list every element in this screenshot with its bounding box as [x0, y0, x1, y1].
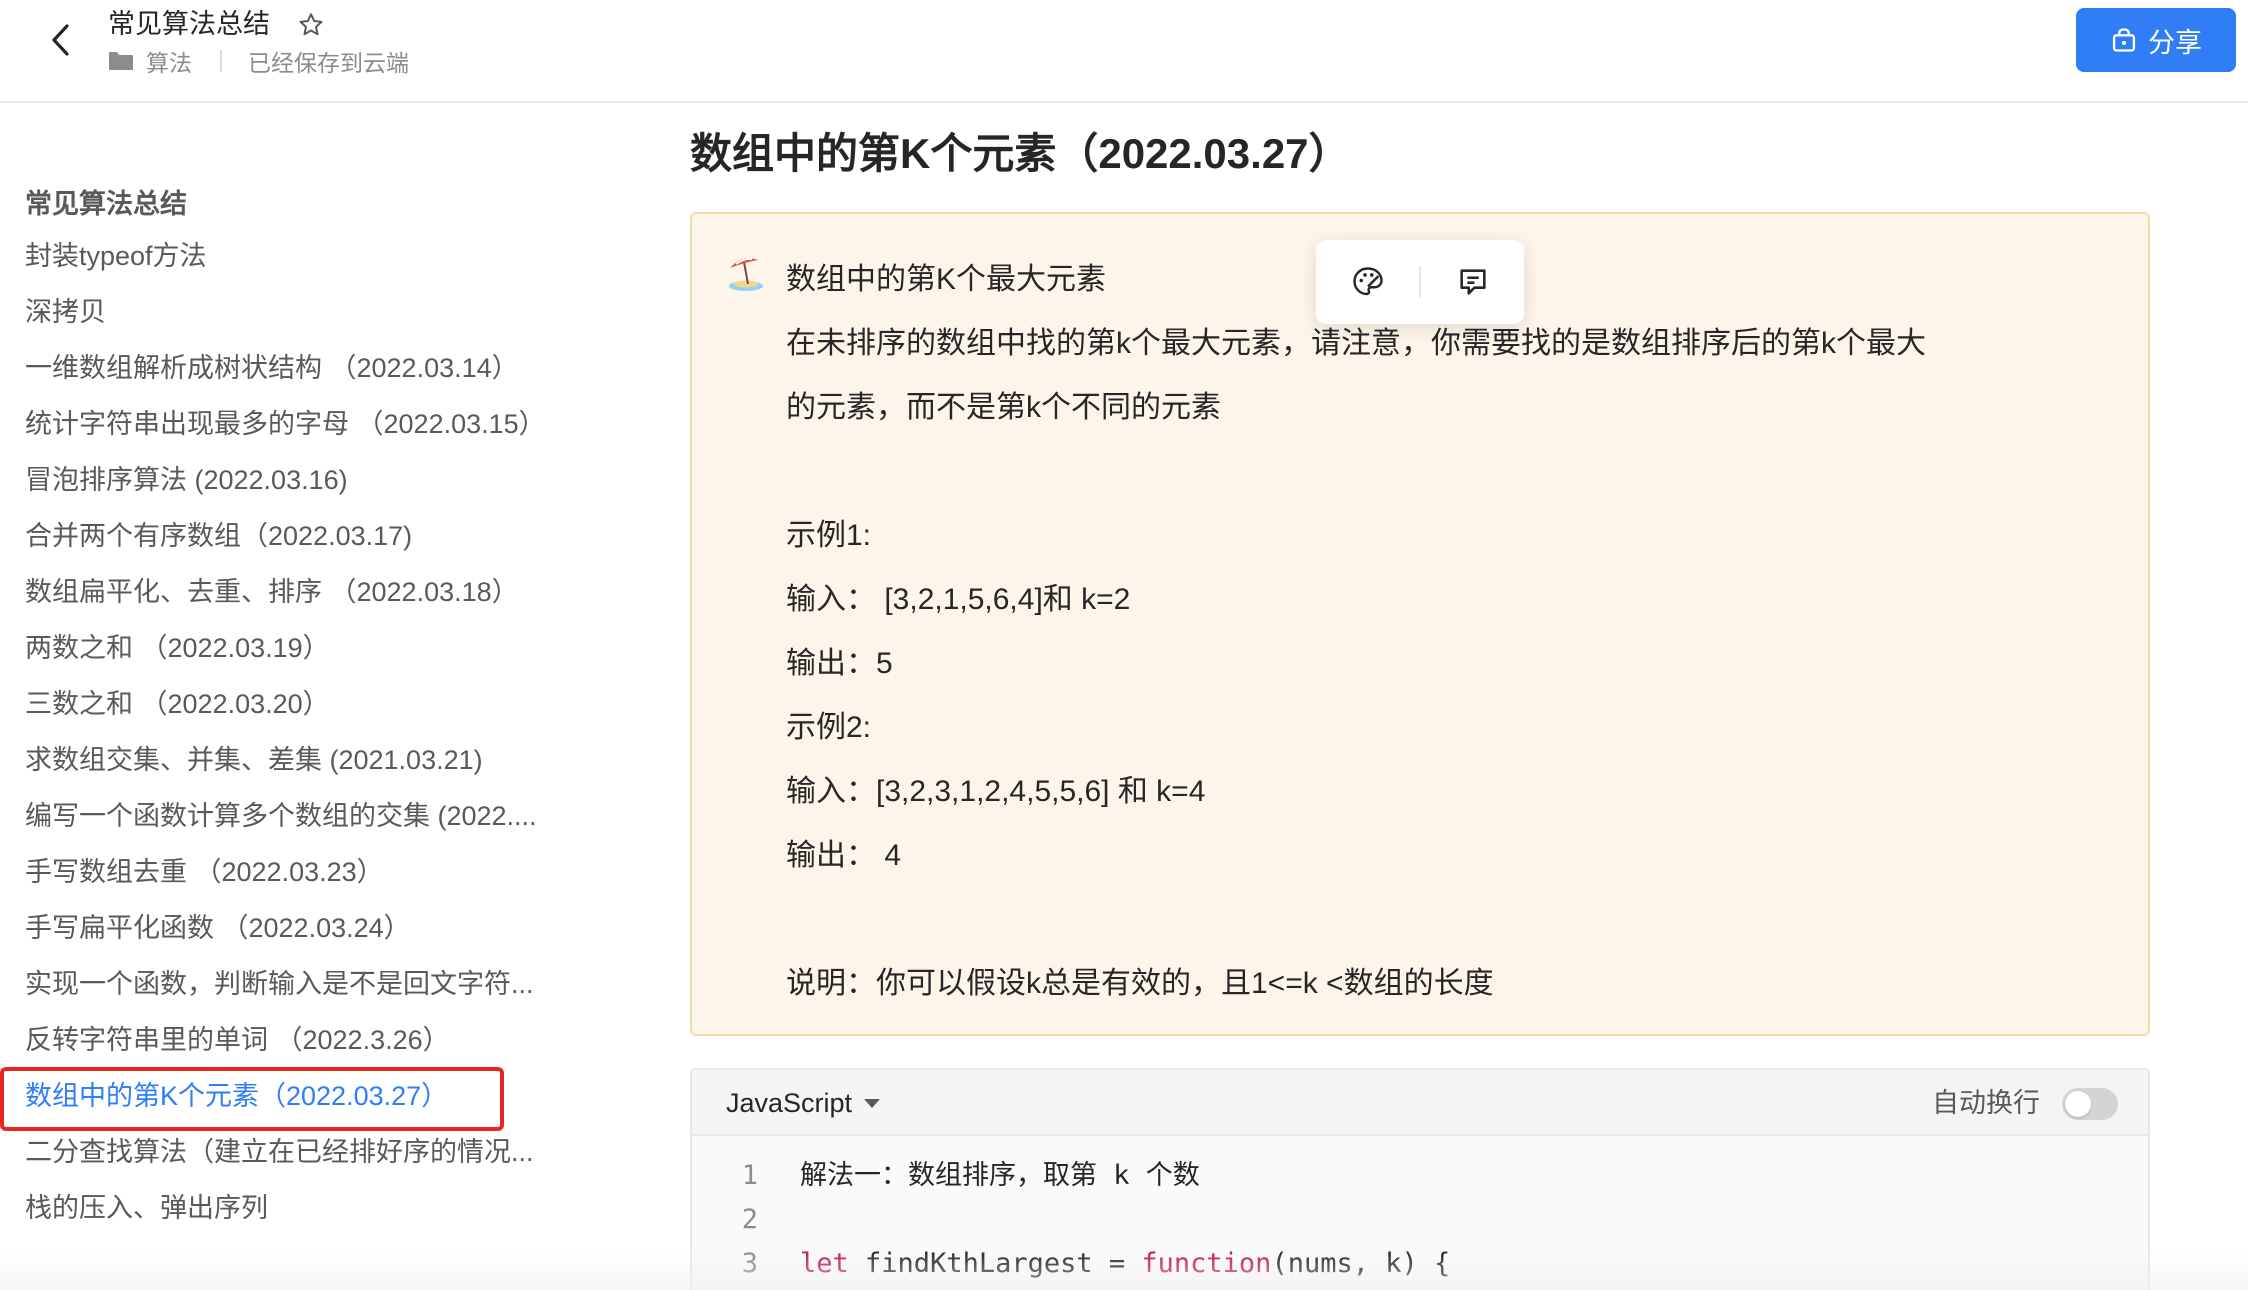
callout-block: 数组中的第K个最大元素 在未排序的数组中找的第k个最大元素，请注意，你需要找的是数…	[690, 212, 2150, 1036]
favorite-button[interactable]	[294, 8, 328, 42]
code-block: JavaScript 自动换行 1 解法一：数组排序，取第 k 个数 2 3 let f…	[690, 1068, 2150, 1290]
toc-item[interactable]: 两数之和 （2022.03.19）	[0, 620, 560, 676]
document-title: 常见算法总结	[108, 9, 270, 39]
toc-list: 封装typeof方法 深拷贝 一维数组解析成树状结构 （2022.03.14） 统计字…	[0, 228, 620, 1236]
toc-item[interactable]: 二分查找算法（建立在已经排好序的情况...	[0, 1124, 560, 1180]
line-number: 2	[741, 1204, 758, 1235]
meta-divider	[220, 50, 222, 72]
callout-text: 数组中的第K个最大元素 在未排序的数组中找的第k个最大元素，请注意，你需要找的是数…	[786, 248, 2046, 1016]
page-title: 数组中的第K个元素（2022.03.27）	[690, 130, 1351, 177]
top-header: 常见算法总结 算法 已经保存到云端 分享	[0, 0, 2248, 103]
share-label: 分享	[2148, 27, 2202, 58]
callout-line: 输出：5	[786, 647, 893, 680]
code-text: 解法一：数组排序，取第 k 个数	[800, 1160, 1200, 1191]
comment-button[interactable]	[1421, 240, 1524, 324]
callout-line: 说明：你可以假设k总是有效的，且1<=k <数组的长度	[786, 967, 1494, 1000]
toc-item[interactable]: 冒泡排序算法 (2022.03.16)	[0, 452, 560, 508]
floating-toolbar	[1316, 240, 1524, 324]
callout-line: 示例1:	[786, 519, 872, 552]
language-select[interactable]: JavaScript	[726, 1084, 881, 1122]
share-button[interactable]: 分享	[2076, 8, 2236, 72]
toc-item[interactable]: 编写一个函数计算多个数组的交集 (2022....	[0, 788, 560, 844]
callout-line: 输入：[3,2,3,1,2,4,5,5,6] 和 k=4	[786, 775, 1206, 808]
code-keyword: function	[1141, 1248, 1272, 1279]
toc-item[interactable]: 求数组交集、并集、差集 (2021.03.21)	[0, 732, 560, 788]
code-lines[interactable]: 1 解法一：数组排序，取第 k 个数 2 3 let findKthLargest = …	[692, 1154, 2148, 1286]
chevron-left-icon	[52, 24, 69, 56]
callout-line: 输出： 4	[786, 839, 902, 872]
toc-item[interactable]: 三数之和 （2022.03.20）	[0, 676, 560, 732]
code-line: 3 let findKthLargest = function(nums, k) …	[692, 1242, 2148, 1286]
line-number: 1	[741, 1160, 758, 1191]
document-meta: 算法 已经保存到云端	[108, 46, 409, 76]
star-icon	[299, 13, 323, 36]
auto-wrap-toggle[interactable]	[2062, 1088, 2118, 1120]
toggle-knob	[2065, 1091, 2091, 1117]
back-button[interactable]	[40, 20, 80, 60]
code-line: 1 解法一：数组排序，取第 k 个数	[692, 1154, 2148, 1198]
toc-item[interactable]: 手写数组去重 （2022.03.23）	[0, 844, 560, 900]
callout-line: 输入： [3,2,1,5,6,4]和 k=2	[786, 583, 1131, 616]
toc-item[interactable]: 封装typeof方法	[0, 228, 560, 284]
toc-heading[interactable]: 常见算法总结	[25, 182, 187, 221]
folder-icon	[109, 52, 133, 70]
toc-item[interactable]: 实现一个函数，判断输入是不是回文字符...	[0, 956, 560, 1012]
toc-item[interactable]: 反转字符串里的单词 （2022.3.26）	[0, 1012, 560, 1068]
toc-item[interactable]: 栈的压入、弹出序列	[0, 1180, 560, 1236]
caret-down-icon	[864, 1098, 881, 1108]
toc-item[interactable]: 数组扁平化、去重、排序 （2022.03.18）	[0, 564, 560, 620]
language-label: JavaScript	[726, 1088, 853, 1118]
code-toolbar: JavaScript 自动换行	[692, 1070, 2148, 1136]
code-keyword: let	[800, 1248, 849, 1279]
toc-item[interactable]: 一维数组解析成树状结构 （2022.03.14）	[0, 340, 560, 396]
comment-icon	[1459, 269, 1486, 295]
toc-item[interactable]: 手写扁平化函数 （2022.03.24）	[0, 900, 560, 956]
beach-umbrella-icon	[726, 252, 766, 292]
folder-link[interactable]: 算法	[146, 44, 192, 78]
callout-line: 的元素，而不是第k个不同的元素	[786, 391, 1221, 424]
toc-item[interactable]: 数组中的第K个元素（2022.03.27）	[0, 1068, 560, 1124]
color-palette-button[interactable]	[1316, 240, 1419, 324]
code-text: let findKthLargest = function(nums, k) {	[800, 1248, 1451, 1279]
lock-icon	[2110, 26, 2138, 54]
line-number: 3	[741, 1248, 758, 1279]
callout-line: 示例2:	[786, 711, 872, 744]
toc-item[interactable]: 合并两个有序数组（2022.03.17)	[0, 508, 560, 564]
code-line: 2	[692, 1198, 2148, 1242]
palette-icon	[1352, 267, 1383, 296]
toc-item[interactable]: 深拷贝	[0, 284, 560, 340]
toc-item[interactable]: 统计字符串出现最多的字母 （2022.03.15）	[0, 396, 560, 452]
auto-wrap-label: 自动换行	[1932, 1088, 2040, 1118]
save-status: 已经保存到云端	[248, 50, 409, 76]
